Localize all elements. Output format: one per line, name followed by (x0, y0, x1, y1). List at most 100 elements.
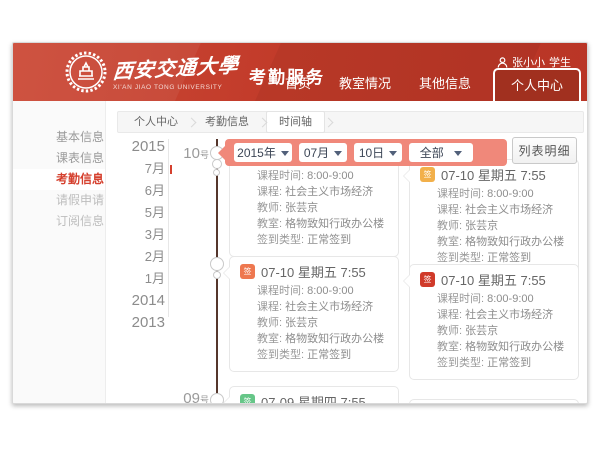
nav-item-home[interactable]: 首页 (271, 73, 325, 101)
timeline-node (210, 393, 224, 404)
card-pointer (403, 169, 410, 183)
list-detail-button[interactable]: 列表明细 (512, 137, 577, 164)
sidebar-item-leave-request[interactable]: 请假申请 (13, 190, 105, 211)
card-pointer (223, 396, 230, 404)
user-icon (497, 57, 508, 68)
field-label: 课程时间: (437, 188, 484, 200)
attendance-card[interactable]: 签 07-10 星期五 7:55 课程时间: 8:00-9:00 课程: 社会主… (409, 159, 579, 275)
field-label: 课程: (257, 301, 282, 313)
field-value: 8:00-9:00 (487, 188, 533, 200)
year-dropdown-value: 2015年 (237, 144, 276, 161)
field-label: 课程: (437, 309, 462, 321)
timeline-month-feb[interactable]: 2月 (109, 246, 165, 268)
day-number: 10 (183, 145, 200, 162)
timeline-year-2015[interactable]: 2015 (109, 136, 165, 158)
day-marker-10: 10号 (171, 145, 209, 163)
field-label: 签到类型: (257, 349, 304, 361)
card-title: 07-10 星期五 7:55 (441, 165, 546, 184)
breadcrumb: 个人中心 考勤信息 时间轴 (117, 111, 584, 133)
field-value: 正常签到 (487, 252, 531, 264)
university-name-block: 西安交通大學 XI'AN JIAO TONG UNIVERSITY (113, 52, 243, 91)
card-pointer (223, 266, 230, 280)
card-title: 07-10 星期五 7:55 (261, 262, 366, 281)
timeline-month-jan[interactable]: 1月 (109, 268, 165, 290)
breadcrumb-personal-center[interactable]: 个人中心 (122, 112, 190, 132)
field-value: 社会主义市场经济 (285, 301, 373, 313)
attendance-card[interactable]: 签 07-10 星期五 7:55 课程时间: 8:00-9:00 课程: 社会主… (409, 264, 579, 380)
day-dropdown-value: 10日 (359, 144, 384, 161)
sidebar: 基本信息 课表信息 考勤信息 请假申请 订阅信息 (13, 101, 106, 404)
calendar-badge-icon: 签 (240, 394, 255, 405)
field-value: 张芸京 (465, 325, 498, 337)
field-value: 格物致知行政办公楼 (285, 333, 384, 345)
field-label: 教室: (257, 333, 282, 345)
nav-item-classrooms[interactable]: 教室情况 (325, 73, 405, 101)
type-dropdown[interactable]: 全部 (409, 143, 473, 162)
field-value: 正常签到 (307, 349, 351, 361)
field-value: 8:00-9:00 (487, 293, 533, 305)
breadcrumb-attendance[interactable]: 考勤信息 (193, 112, 261, 132)
timeline-month-jun[interactable]: 6月 (109, 180, 165, 202)
timeline-year-2014[interactable]: 2014 (109, 290, 165, 312)
type-dropdown-value: 全部 (420, 144, 444, 161)
day-dropdown[interactable]: 10日 (354, 143, 402, 162)
timeline-node (213, 169, 220, 176)
field-value: 8:00-9:00 (307, 170, 353, 182)
timeline-month-jul[interactable]: 7月 (109, 158, 165, 180)
timeline-month-may[interactable]: 5月 (109, 202, 165, 224)
calendar-badge-icon: 签 (240, 264, 255, 279)
nav-item-personal-center[interactable]: 个人中心 (493, 68, 581, 101)
attendance-card[interactable]: 签 07-09 星期四 7:55 (229, 386, 399, 404)
field-label: 课程时间: (257, 170, 304, 182)
field-value: 社会主义市场经济 (285, 186, 373, 198)
year-dropdown[interactable]: 2015年 (234, 143, 292, 162)
breadcrumb-timeline[interactable]: 时间轴 (266, 111, 325, 133)
attendance-card[interactable]: 签 07-10 星期五 7:55 课程时间: 8:00-9:00 课程: 社会主… (229, 256, 399, 372)
day-suffix: 号 (200, 395, 209, 404)
nav-item-other-info[interactable]: 其他信息 (405, 73, 485, 101)
calendar-badge-icon: 签 (420, 167, 435, 182)
timeline-year-month-nav: 2015 7月 6月 5月 3月 2月 1月 2014 2013 (109, 136, 165, 334)
field-label: 签到类型: (257, 234, 304, 246)
field-label: 教师: (437, 220, 462, 232)
app-window: 西安交通大學 XI'AN JIAO TONG UNIVERSITY 考勤服务 张… (12, 42, 588, 404)
university-name-en: XI'AN JIAO TONG UNIVERSITY (113, 84, 243, 91)
field-label: 教室: (437, 341, 462, 353)
sidebar-item-subscription[interactable]: 订阅信息 (13, 211, 105, 232)
month-dropdown-value: 07月 (304, 144, 329, 161)
field-value: 正常签到 (307, 234, 351, 246)
card-title: 07-10 星期五 7:55 (441, 270, 546, 289)
field-value: 张芸京 (285, 202, 318, 214)
timeline-node (210, 257, 224, 271)
timeline-node (213, 271, 221, 279)
sidebar-item-timetable[interactable]: 课表信息 (13, 148, 105, 169)
timeline-year-2013[interactable]: 2013 (109, 312, 165, 334)
field-label: 教室: (257, 218, 282, 230)
field-value: 张芸京 (465, 220, 498, 232)
chevron-down-icon (334, 151, 342, 156)
timeline-node (212, 159, 222, 169)
timeline-month-mar[interactable]: 3月 (109, 224, 165, 246)
field-value: 正常签到 (487, 357, 531, 369)
month-nav-divider (168, 139, 169, 317)
current-month-marker (170, 165, 172, 174)
field-label: 签到类型: (437, 252, 484, 264)
field-label: 课程: (257, 186, 282, 198)
university-logo-icon (65, 51, 107, 93)
attendance-card[interactable] (409, 399, 579, 404)
card-title: 07-09 星期四 7:55 (261, 392, 366, 405)
field-value: 社会主义市场经济 (465, 204, 553, 216)
field-value: 格物致知行政办公楼 (465, 341, 564, 353)
month-dropdown[interactable]: 07月 (299, 143, 347, 162)
field-label: 教室: (437, 236, 462, 248)
date-filter-bar: 2015年 07月 10日 全部 (225, 139, 507, 166)
day-marker-09: 09号 (171, 390, 209, 404)
field-label: 教师: (257, 202, 282, 214)
sidebar-item-attendance[interactable]: 考勤信息 (13, 169, 105, 190)
day-number: 09 (183, 390, 200, 404)
field-label: 教师: (437, 325, 462, 337)
day-suffix: 号 (200, 150, 209, 160)
field-label: 课程: (437, 204, 462, 216)
chevron-right-icon (324, 117, 334, 127)
sidebar-item-basic-info[interactable]: 基本信息 (13, 127, 105, 148)
